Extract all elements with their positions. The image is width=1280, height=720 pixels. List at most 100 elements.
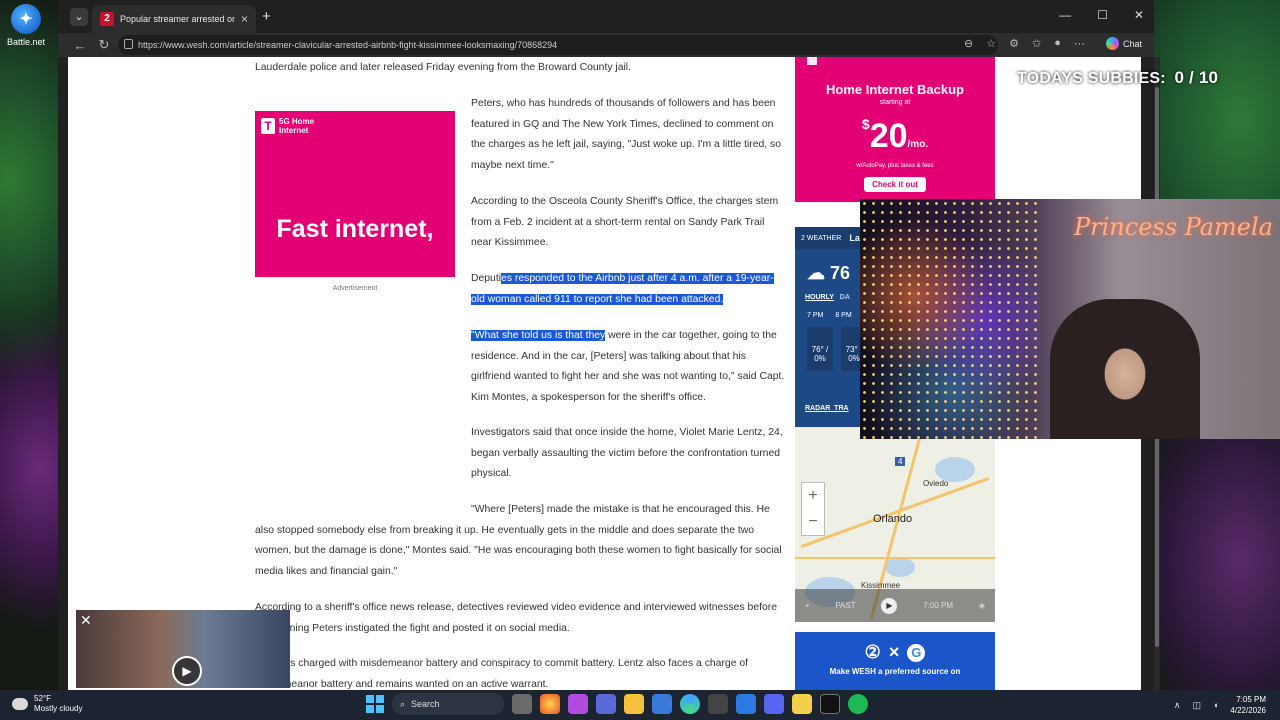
teams-icon[interactable] [596,694,616,714]
battlenet-icon: ✦ [11,4,41,34]
spotify-icon[interactable] [848,694,868,714]
weather-cells: 76° / 0% 73° / 0% [807,327,867,371]
tab-actions-button[interactable]: ⌄ [70,8,88,26]
minimize-icon[interactable]: — [1059,8,1071,22]
wesh-favicon: 2 [100,12,114,26]
steam-icon[interactable] [708,694,728,714]
article-para-4: "What she told us is that they were in t… [471,326,787,408]
favorites-icon[interactable]: ✩ [1032,37,1041,50]
chrome-icon[interactable] [540,694,560,714]
zoom-out-icon[interactable]: − [802,509,824,535]
battlenet-taskbar-icon[interactable] [736,694,756,714]
map-label-oviedo: Oviedo [923,479,949,488]
start-button[interactable] [366,695,384,713]
taskbar-condition: Mostly cloudy [34,704,83,713]
weather-hours: 7 PM 8 PM [807,312,852,319]
map-time: 7:00 PM [923,601,954,610]
map-play-icon[interactable]: ▶ [881,597,898,614]
terminal-icon[interactable] [820,694,840,714]
video-play-icon[interactable]: ▶ [172,656,202,686]
menu-icon[interactable]: ⋯ [1074,37,1085,50]
article-para-0: Lauderdale police and later released Fri… [255,62,632,73]
volume-icon[interactable]: ◖ [1213,700,1218,710]
streamer-name: Princess Pamela [1074,213,1273,241]
tab-hourly[interactable]: HOURLY [805,294,834,301]
ad-sub: starting at [879,99,911,106]
tray-overflow-icon[interactable]: ∧ [1174,700,1181,711]
selected-text: es responded to the Airbnb just after 4 … [471,273,774,305]
hour-label: 7 PM [807,312,824,319]
profile-icon[interactable]: ● [1054,37,1061,50]
check-it-out-button[interactable]: Check it out [864,177,926,192]
ad-fine-print: w/AutoPay, plus taxes & fees [856,163,934,169]
article-para-5: Investigators said that once inside the … [471,427,783,479]
chat-button[interactable]: Chat [1105,37,1142,50]
notes-icon[interactable] [792,694,812,714]
current-temp: ☁ 76 [807,263,851,283]
taskbar-weather[interactable]: 52°F Mostly cloudy [12,694,82,714]
layers-icon[interactable]: ◈ [979,601,985,610]
new-tab-button[interactable]: + [262,8,271,25]
search-icon: ⌕ [400,698,406,709]
close-tab-icon[interactable]: × [241,12,248,26]
edge-icon[interactable] [680,694,700,714]
article-para-2: According to the Osceola County Sheriff'… [471,196,779,248]
app-icon[interactable] [568,694,588,714]
favorite-star-icon[interactable]: ☆ [986,37,996,50]
tab-active[interactable]: 2 Popular streamer arrested on battle × [92,5,256,33]
ad-title: Home Internet Backup [826,82,964,97]
weather-radar-tab[interactable]: RADAR TRA [805,405,849,412]
taskbar: 52°F Mostly cloudy ⌕ Search ∧ ◫ ◖ 7:05 PM… [0,690,1280,720]
back-button[interactable]: ← [68,38,92,53]
task-view-icon[interactable] [512,694,532,714]
url-field[interactable]: https://www.wesh.com/article/streamer-cl… [118,35,998,55]
close-video-icon[interactable]: ✕ [80,612,92,629]
taskbar-apps: ⌕ Search [366,693,868,715]
weather-cell: 76° / 0% [807,327,833,371]
floating-video-player[interactable]: ✕ ▶ [76,610,290,688]
close-window-icon[interactable]: ✕ [1134,8,1144,22]
store-icon[interactable] [652,694,672,714]
discord-icon[interactable] [764,694,784,714]
toolbar-icons: ⊖ ☆ ⚙ ✩ ● ⋯ [964,37,1085,50]
traffic-tab[interactable]: TRA [834,405,848,412]
article-para-1: Peters, who has hundreds of thousands of… [471,98,782,171]
weather-brand: 2 WEATHER [801,234,842,242]
location-pin-icon[interactable]: ⌖ [805,601,810,611]
tmobile-logo-icon: T [261,118,275,134]
network-icon[interactable]: ◫ [1192,700,1201,711]
refresh-button[interactable]: ↻ [92,37,116,53]
wesh-logo-icon: ② [864,642,881,662]
map-timeline: ⌖ PAST ▶ 7:00 PM ◈ [795,589,995,622]
address-bar-row: ← ↻ https://www.wesh.com/article/streame… [58,33,1154,57]
taskbar-temp: 52°F [34,694,51,703]
file-explorer-icon[interactable] [624,694,644,714]
selected-text-2: "What she told us is that they [471,330,606,341]
extensions-icon[interactable]: ⚙ [1009,37,1019,50]
wesh-ad-text: Make WESH a preferred source on [829,667,961,676]
hour-label: 8 PM [835,312,852,319]
window-controls: — ☐ ✕ [1059,8,1144,22]
tmobile-ad[interactable]: T 5G Home Internet Fast internet, [255,111,455,277]
more-options-icon[interactable]: ⊖ [964,37,973,50]
led-dots [860,199,1040,439]
maximize-icon[interactable]: ☐ [1097,8,1108,22]
tab-bar: ⌄ 2 Popular streamer arrested on battle … [58,0,1154,33]
taskbar-clock[interactable]: 7:05 PM 4/22/2026 [1230,694,1266,716]
past-toggle[interactable]: PAST [835,601,855,610]
map-zoom-control[interactable]: + − [801,482,825,536]
subs-label: TODAYS SUBBIES: [1017,70,1166,87]
tab-daily[interactable]: DA [840,294,850,301]
url-text: https://www.wesh.com/article/streamer-cl… [138,40,558,50]
interstate-shield: 4 [895,457,906,466]
webcam-overlay: Princess Pamela [860,199,1280,439]
battlenet-desktop-icon[interactable]: ✦ Battle.net [6,4,46,47]
ad-label: Advertisement [332,285,378,292]
zoom-in-icon[interactable]: + [802,483,824,509]
article-para-8: Peters is charged with misdemeanor batte… [255,658,749,690]
taskbar-search[interactable]: ⌕ Search [392,693,504,715]
ad-price: $20/mo. [861,116,929,155]
map-label-orlando: Orlando [873,513,913,525]
home-internet-ad[interactable]: Home Internet Backup starting at $20/mo.… [795,57,995,202]
wesh-google-ad[interactable]: ② × G Make WESH a preferred source on [795,632,995,690]
